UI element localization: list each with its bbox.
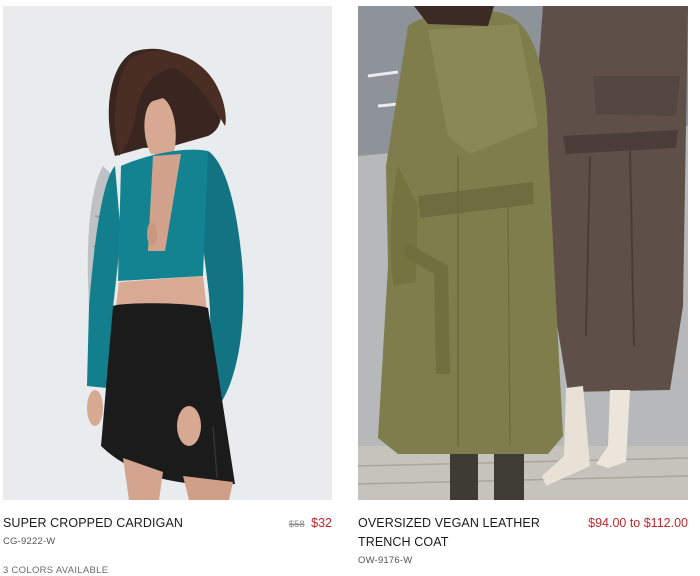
- product-info-trench-coat: OVERSIZED VEGAN LEATHER TRENCH COAT OW-9…: [358, 514, 688, 566]
- product-image-cardigan[interactable]: [3, 6, 332, 500]
- original-price: $58: [288, 519, 305, 530]
- product-card-trench-coat[interactable]: OVERSIZED VEGAN LEATHER TRENCH COAT OW-9…: [358, 6, 688, 566]
- price-range: $94.00 to $112.00: [588, 516, 688, 530]
- sale-price: $32: [311, 516, 332, 530]
- product-card-cardigan[interactable]: SUPER CROPPED CARDIGAN CG-9222-W 3 COLOR…: [3, 6, 332, 576]
- product-image-trench-coat[interactable]: [358, 6, 688, 500]
- trench-coat-photo-illustration: [358, 6, 688, 500]
- product-sku: OW-9176-W: [358, 555, 413, 566]
- colors-available-link[interactable]: 3 COLORS AVAILABLE: [3, 565, 332, 576]
- product-name-link[interactable]: OVERSIZED VEGAN LEATHER TRENCH COAT: [358, 514, 573, 552]
- product-price: $58 $32: [289, 514, 332, 534]
- cardigan-photo-illustration: [3, 6, 332, 500]
- product-price: $94.00 to $112.00: [588, 514, 688, 533]
- product-info-cardigan: SUPER CROPPED CARDIGAN CG-9222-W 3 COLOR…: [3, 514, 332, 576]
- product-sku: CG-9222-W: [3, 536, 56, 547]
- product-name-link[interactable]: SUPER CROPPED CARDIGAN: [3, 514, 233, 533]
